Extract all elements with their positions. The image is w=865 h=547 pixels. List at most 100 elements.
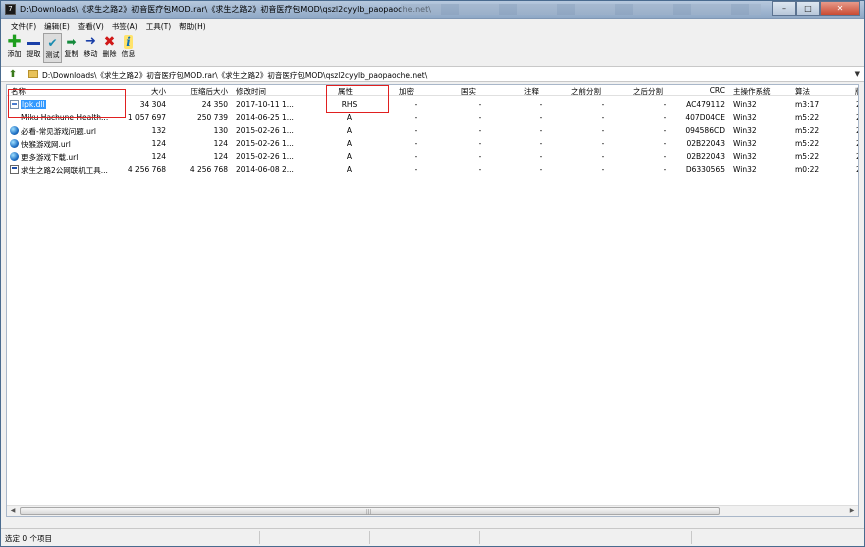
file-host-os: Win32 <box>733 113 757 122</box>
chevron-down-icon[interactable]: ▼ <box>855 70 860 78</box>
info-icon: i <box>124 34 133 49</box>
col-header-crc[interactable]: CRC <box>687 86 725 95</box>
file-encrypted: - <box>414 139 418 148</box>
file-attributes: A <box>346 152 353 161</box>
file-packed-size: 24 350 <box>201 100 228 109</box>
title-bar[interactable]: 7 D:\Downloads\《求生之路2》初音医疗包MOD.rar\《求生之路… <box>1 1 864 19</box>
file-modified: 2015-02-26 1... <box>236 139 294 148</box>
file-packed-size: 4 256 768 <box>189 165 228 174</box>
file-name: 必看-常见游戏问题.url <box>21 127 97 136</box>
col-header-extra[interactable]: 国实 <box>461 86 476 97</box>
file-split-before: - <box>601 100 605 109</box>
file-packed-size: 250 739 <box>196 113 228 122</box>
archive-window: 7 D:\Downloads\《求生之路2》初音医疗包MOD.rar\《求生之路… <box>0 0 865 547</box>
file-method: m3:17 <box>795 100 820 109</box>
col-header-overflow: 版 <box>855 86 858 97</box>
file-attributes: A <box>346 113 353 122</box>
file-name: 快猴游戏网.url <box>21 140 71 149</box>
table-row[interactable]: 必看-常见游戏问题.url 132 130 2015-02-26 1... A … <box>7 124 858 137</box>
maximize-button[interactable]: □ <box>796 1 820 16</box>
file-split-before: - <box>601 139 605 148</box>
menu-tools[interactable]: 工具(T) <box>142 19 175 33</box>
file-modified: 2015-02-26 1... <box>236 152 294 161</box>
file-comment: - <box>539 165 543 174</box>
col-header-size[interactable]: 大小 <box>127 86 166 97</box>
copy-button[interactable]: ➡ 复制 <box>62 33 81 63</box>
extract-icon <box>24 33 43 50</box>
url-file-icon <box>10 152 19 161</box>
col-header-split-before[interactable]: 之前分割 <box>571 86 601 97</box>
menu-bookmarks[interactable]: 书签(A) <box>108 19 142 33</box>
horizontal-scrollbar[interactable]: ◀ ||| ▶ <box>7 505 858 516</box>
col-header-host-os[interactable]: 主操作系统 <box>733 86 771 97</box>
exe-file-icon <box>10 165 19 174</box>
file-list[interactable]: 名称 大小 压缩后大小 修改时间 属性 加密 国实 注释 之前分割 之后分割 C… <box>6 84 859 517</box>
file-host-os: Win32 <box>733 152 757 161</box>
file-encrypted: - <box>414 126 418 135</box>
up-folder-icon[interactable]: ⬆ <box>6 68 20 81</box>
window-title: D:\Downloads\《求生之路2》初音医疗包MOD.rar\《求生之路2》… <box>20 5 431 14</box>
file-encrypted: - <box>414 100 418 109</box>
delete-button[interactable]: ✖ 删除 <box>100 33 119 63</box>
file-comment: - <box>539 126 543 135</box>
col-header-encrypted[interactable]: 加密 <box>399 86 414 97</box>
file-overflow: 2 <box>856 139 858 148</box>
col-header-comment[interactable]: 注释 <box>524 86 539 97</box>
info-button[interactable]: i 信息 <box>119 33 138 63</box>
col-header-packed[interactable]: 压缩后大小 <box>177 86 229 97</box>
minimize-button[interactable]: – <box>772 1 796 16</box>
table-row[interactable]: lpk.dll 34 304 24 350 2017-10-11 1... RH… <box>7 98 858 111</box>
app-icon[interactable]: 7 <box>5 4 16 15</box>
menu-file[interactable]: 文件(F) <box>7 19 40 33</box>
menu-view[interactable]: 查看(V) <box>74 19 108 33</box>
file-extra: - <box>478 152 482 161</box>
file-host-os: Win32 <box>733 165 757 174</box>
status-divider <box>259 531 260 544</box>
file-encrypted: - <box>414 152 418 161</box>
move-label: 移动 <box>83 50 98 58</box>
status-bar: 选定 0 个项目 <box>1 528 864 546</box>
file-modified: 2017-10-11 1... <box>236 100 294 109</box>
file-extra: - <box>478 100 482 109</box>
status-text: 选定 0 个项目 <box>5 534 53 543</box>
file-size: 132 <box>151 126 166 135</box>
file-attributes: A <box>346 126 353 135</box>
close-button[interactable]: ✕ <box>820 1 860 16</box>
col-header-method[interactable]: 算法 <box>795 86 810 97</box>
file-overflow: 2 <box>856 100 858 109</box>
url-file-icon <box>10 139 19 148</box>
address-path[interactable]: D:\Downloads\《求生之路2》初音医疗包MOD.rar\《求生之路2》… <box>42 70 427 81</box>
file-host-os: Win32 <box>733 100 757 109</box>
table-row[interactable]: Miku Hachune Health... 1 057 697 250 739… <box>7 111 858 124</box>
col-header-modified[interactable]: 修改时间 <box>236 86 266 97</box>
col-header-split-after[interactable]: 之后分割 <box>633 86 663 97</box>
extract-button[interactable]: 提取 <box>24 33 43 63</box>
file-extra: - <box>478 139 482 148</box>
file-modified: 2015-02-26 1... <box>236 126 294 135</box>
scroll-left-icon[interactable]: ◀ <box>7 506 19 516</box>
file-packed-size: 124 <box>213 139 228 148</box>
title-bar-background <box>401 4 761 15</box>
table-row[interactable]: 求生之路2公网联机工具... 4 256 768 4 256 768 2014-… <box>7 163 858 176</box>
list-header: 名称 大小 压缩后大小 修改时间 属性 加密 国实 注释 之前分割 之后分割 C… <box>7 85 858 97</box>
file-crc: AC479112 <box>686 100 725 109</box>
move-icon: ➜ <box>85 34 96 49</box>
scroll-right-icon[interactable]: ▶ <box>846 506 858 516</box>
file-split-after: - <box>663 126 667 135</box>
move-button[interactable]: ➜ 移动 <box>81 33 100 63</box>
status-divider <box>691 531 692 544</box>
table-row[interactable]: 更多游戏下载.url 124 124 2015-02-26 1... A - -… <box>7 150 858 163</box>
table-row[interactable]: 快猴游戏网.url 124 124 2015-02-26 1... A - - … <box>7 137 858 150</box>
scrollbar-thumb[interactable]: ||| <box>20 507 720 515</box>
file-comment: - <box>539 113 543 122</box>
menu-edit[interactable]: 编辑(E) <box>40 19 74 33</box>
add-button[interactable]: ✚ 添加 <box>5 33 24 63</box>
highlight-box-name <box>8 89 126 118</box>
add-icon: ✚ <box>7 31 22 52</box>
status-divider <box>369 531 370 544</box>
file-encrypted: - <box>414 165 418 174</box>
file-name: 更多游戏下载.url <box>21 153 79 162</box>
file-split-after: - <box>663 113 667 122</box>
menu-help[interactable]: 帮助(H) <box>175 19 210 33</box>
test-button[interactable]: ✔ 测试 <box>43 33 62 63</box>
